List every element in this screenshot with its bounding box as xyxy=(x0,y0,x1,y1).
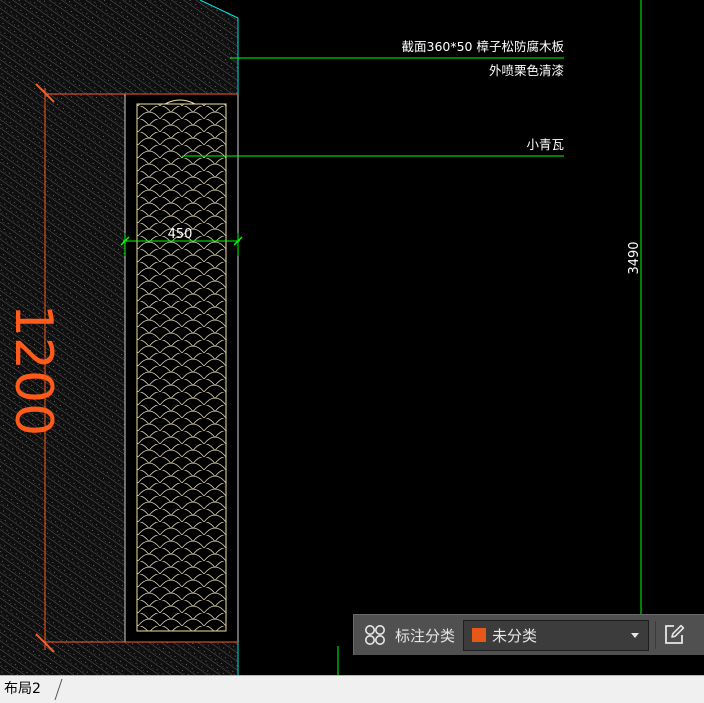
dimension-450-text: 450 xyxy=(168,227,193,242)
tile-panel xyxy=(136,103,227,632)
annotation-category-label: 标注分类 xyxy=(395,626,456,645)
four-circles-icon[interactable] xyxy=(363,623,387,647)
caret-down-icon[interactable] xyxy=(628,628,642,642)
dimension-3490-text: 3490 xyxy=(627,241,642,274)
tab-edge-icon xyxy=(54,678,63,701)
toolbar-separator xyxy=(655,621,657,649)
cad-drawing-canvas[interactable]: 1200 450 截面360*50 樟子松防腐木板 外喷栗色清漆 小青瓦 349… xyxy=(0,0,704,675)
layout-tab-bar: 布局2 xyxy=(0,675,704,703)
dimension-1200-text: 1200 xyxy=(3,304,63,436)
tab-layout2[interactable]: 布局2 xyxy=(0,677,49,701)
category-dropdown-value: 未分类 xyxy=(492,626,538,645)
category-color-swatch xyxy=(472,628,487,642)
callout-tile-label: 小青瓦 xyxy=(526,137,564,152)
category-dropdown[interactable]: 未分类 xyxy=(463,619,650,651)
edit-note-icon[interactable] xyxy=(662,623,686,647)
callout-board-spec-line1: 截面360*50 樟子松防腐木板 xyxy=(402,39,565,54)
annotation-toolbar: 标注分类 未分类 xyxy=(353,614,704,655)
callout-board-spec-line2: 外喷栗色清漆 xyxy=(489,63,564,78)
